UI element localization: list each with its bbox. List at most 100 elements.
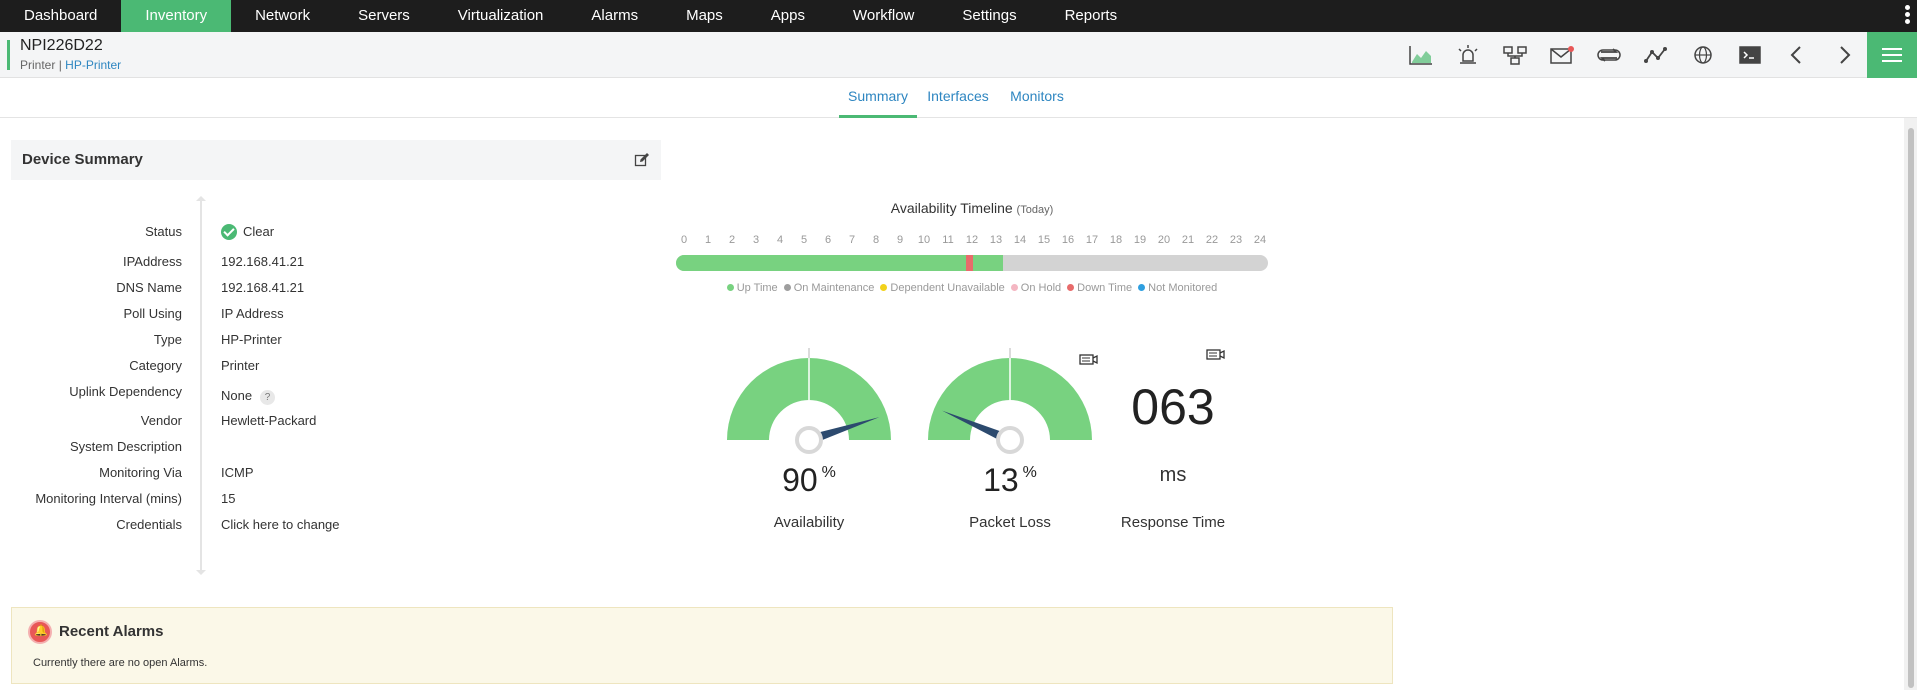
chevron-left-icon[interactable]: [1773, 32, 1820, 78]
timeline-uptime-segment[interactable]: [676, 255, 1003, 271]
tab-interfaces[interactable]: Interfaces: [922, 79, 994, 118]
help-icon[interactable]: ?: [260, 390, 276, 405]
property-value: ICMP: [221, 465, 254, 480]
terminal-icon[interactable]: [1726, 32, 1773, 78]
timeline-downtime-segment[interactable]: [965, 255, 974, 271]
availability-value: 90%: [724, 462, 894, 499]
device-toolbar: [1397, 32, 1867, 78]
snapshot-icon[interactable]: [1078, 352, 1098, 366]
legend-dot-icon: [1138, 284, 1146, 291]
packet-loss-label: Packet Loss: [969, 514, 1051, 531]
timeline-hour-label: 4: [776, 234, 784, 246]
legend-label: Not Monitored: [1148, 282, 1218, 294]
nav-item-settings[interactable]: Settings: [938, 0, 1040, 32]
property-value: 192.168.41.21: [221, 280, 305, 295]
device-model-link[interactable]: HP-Printer: [65, 58, 121, 72]
device-separator: |: [58, 58, 62, 72]
tab-monitors[interactable]: Monitors: [1002, 79, 1072, 118]
timeline-hour-label: 22: [1205, 234, 1219, 246]
legend-dot-icon: [726, 284, 734, 291]
nav-item-reports[interactable]: Reports: [1041, 0, 1142, 32]
property-row-credentials: Credentials Click here to change: [0, 517, 500, 537]
property-label: Monitoring Via: [99, 465, 182, 480]
nav-items: Dashboard Inventory Network Servers Virtuali…: [0, 0, 1141, 32]
globe-icon[interactable]: [1679, 32, 1726, 78]
sync-icon[interactable]: [1585, 32, 1632, 78]
property-label: Monitoring Interval (mins): [35, 491, 182, 506]
nav-item-servers[interactable]: Servers: [334, 0, 434, 32]
timeline-hour-label: 5: [800, 234, 808, 246]
timeline-hour-label: 24: [1253, 234, 1267, 246]
property-row-monitoring-via: Monitoring Via ICMP: [0, 465, 500, 485]
property-label: IPAddress: [122, 254, 182, 269]
legend-item-dependent-unavailable: Dependent Unavailable: [880, 282, 1005, 294]
timeline-legend: Up Time On Maintenance Dependent Unavailab…: [676, 282, 1268, 294]
timeline-hour-label: 1: [704, 234, 712, 246]
nav-item-apps[interactable]: Apps: [747, 0, 829, 32]
availability-timeline-bar[interactable]: [676, 255, 1268, 271]
timeline-hour-label: 8: [872, 234, 880, 246]
nav-item-alarms[interactable]: Alarms: [567, 0, 662, 32]
hamburger-menu-icon[interactable]: [1867, 32, 1917, 78]
device-tabs: Summary Interfaces Monitors: [0, 79, 1917, 118]
nav-item-workflow[interactable]: Workflow: [829, 0, 938, 32]
nav-item-virtualization[interactable]: Virtualization: [434, 0, 568, 32]
mail-icon[interactable]: [1538, 32, 1585, 78]
chevron-right-icon[interactable]: [1820, 32, 1867, 78]
property-row-uplink-dependency: Uplink Dependency None?: [0, 384, 500, 405]
more-options-icon[interactable]: [1905, 5, 1911, 27]
property-row-type: Type HP-Printer: [0, 332, 500, 352]
nav-item-maps[interactable]: Maps: [662, 0, 747, 32]
property-value-uplink: None?: [221, 388, 276, 405]
packet-loss-gauge-svg: [928, 348, 1092, 454]
device-subtitle: Printer | HP-Printer: [20, 58, 121, 72]
timeline-hour-label: 19: [1133, 234, 1147, 246]
response-time-label: Response Time: [1120, 514, 1226, 531]
availability-unit: %: [821, 464, 836, 481]
property-row-category: Category Printer: [0, 358, 500, 378]
availability-gauge-hub: [795, 426, 823, 454]
packet-loss-number: 13: [983, 462, 1019, 498]
timeline-period: (Today): [1016, 204, 1054, 216]
timeline-hour-label: 13: [989, 234, 1003, 246]
timeline-hour-label: 16: [1061, 234, 1075, 246]
nav-item-inventory[interactable]: Inventory: [121, 0, 232, 32]
check-circle-icon: [221, 224, 237, 240]
device-type: Printer: [20, 58, 56, 72]
tab-summary[interactable]: Summary: [839, 79, 917, 118]
trend-icon[interactable]: [1632, 32, 1679, 78]
recent-alarms-title: Recent Alarms: [59, 623, 164, 640]
page-scrollbar-thumb[interactable]: [1908, 128, 1914, 688]
property-row-poll-using: Poll Using IP Address: [0, 306, 500, 326]
response-time-unit: ms: [1159, 464, 1187, 486]
legend-dot-icon: [1067, 284, 1075, 291]
edit-icon[interactable]: [634, 152, 650, 168]
property-label: Poll Using: [123, 306, 182, 321]
availability-timeline-title: Availability Timeline (Today): [676, 200, 1268, 216]
packet-loss-value: 13%: [925, 462, 1095, 499]
nav-item-dashboard[interactable]: Dashboard: [0, 0, 121, 32]
availability-gauge: [724, 348, 894, 460]
packet-loss-unit: %: [1022, 464, 1037, 481]
availability-label: Availability: [773, 514, 845, 531]
timeline-hour-label: 7: [848, 234, 856, 246]
divider-cap-bottom: [196, 570, 206, 575]
recent-alarms-panel: Recent Alarms Currently there are no ope…: [11, 607, 1393, 684]
snapshot-icon[interactable]: [1205, 347, 1225, 361]
property-label: Vendor: [140, 413, 182, 428]
nav-item-network[interactable]: Network: [231, 0, 334, 32]
legend-label: Down Time: [1077, 282, 1133, 294]
legend-item-on-hold: On Hold: [1010, 282, 1061, 294]
credentials-link[interactable]: Click here to change: [221, 517, 340, 532]
property-value: Hewlett-Packard: [221, 413, 317, 428]
network-topology-icon[interactable]: [1491, 32, 1538, 78]
property-label: Type: [153, 332, 182, 347]
graph-icon[interactable]: [1397, 32, 1444, 78]
timeline-hour-label: 6: [824, 234, 832, 246]
device-header: NPI226D22 Printer | HP-Printer: [0, 32, 1917, 78]
alarm-icon[interactable]: [1444, 32, 1491, 78]
property-label: Status: [145, 224, 182, 239]
property-value-status: Clear: [221, 224, 274, 240]
property-row-status: Status Clear: [0, 224, 500, 244]
legend-item-not-monitored: Not Monitored: [1138, 282, 1217, 294]
